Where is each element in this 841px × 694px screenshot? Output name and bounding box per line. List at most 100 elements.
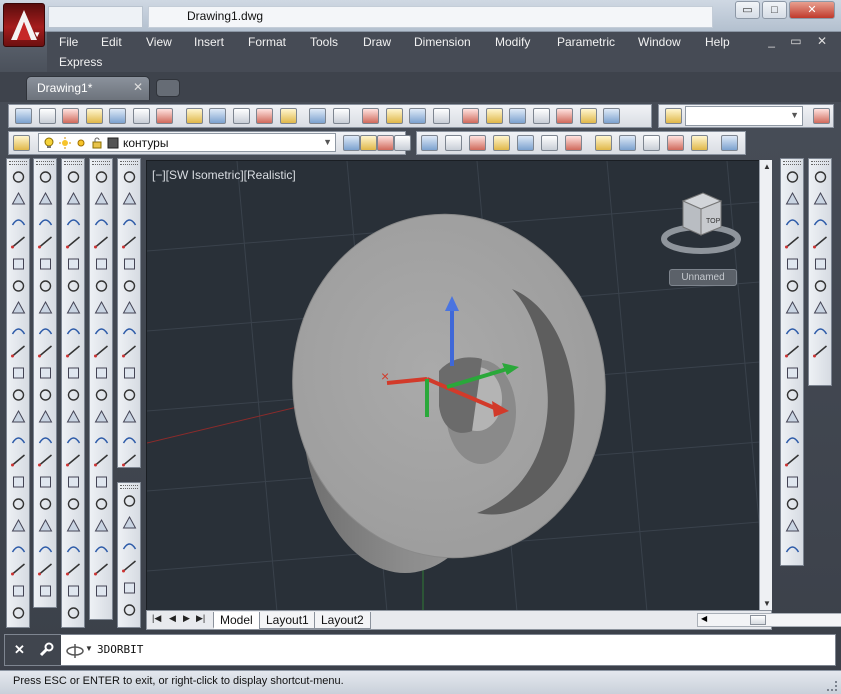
pal3-tool-19-icon[interactable] (65, 561, 82, 577)
pal7-tool-7-icon[interactable] (784, 300, 801, 316)
pal7-tool-9-icon[interactable] (784, 343, 801, 359)
pal8-tool-4-icon[interactable] (812, 234, 829, 250)
pal4-tool-5-icon[interactable] (93, 256, 110, 272)
ucs-previous-icon[interactable] (469, 135, 486, 151)
command-input[interactable]: 3DORBIT (97, 643, 143, 656)
pal6-tool-4-icon[interactable] (121, 558, 138, 574)
pal3-tool-11-icon[interactable] (65, 387, 82, 403)
document-window-controls[interactable]: _ ▭ ✕ (768, 34, 833, 48)
3d-orbit-icon[interactable] (65, 642, 85, 660)
pal1-tool-11-icon[interactable] (10, 387, 27, 403)
pal3-tool-13-icon[interactable] (65, 431, 82, 447)
pal2-tool-3-icon[interactable] (37, 213, 54, 229)
drawing-viewport[interactable]: × [−][SW Isometric][Realistic] TOP Unnam… (146, 160, 772, 611)
cut-icon[interactable] (185, 108, 203, 124)
scroll-up-icon[interactable]: ▲ (763, 162, 771, 171)
pal6-tool-3-icon[interactable] (121, 537, 138, 553)
application-menu-button[interactable]: ▼ (3, 3, 45, 47)
pal2-tool-12-icon[interactable] (37, 409, 54, 425)
pal3-tool-17-icon[interactable] (65, 518, 82, 534)
pal7-tool-5-icon[interactable] (784, 256, 801, 272)
pal3-tool-3-icon[interactable] (65, 213, 82, 229)
pal5-tool-11-icon[interactable] (121, 387, 138, 403)
pal3-tool-21-icon[interactable] (65, 605, 82, 621)
pal2-tool-5-icon[interactable] (37, 256, 54, 272)
scroll-down-icon[interactable]: ▼ (763, 599, 771, 608)
palette-grip[interactable] (120, 161, 138, 165)
palette-grip[interactable] (92, 161, 110, 165)
plot-icon[interactable] (85, 108, 103, 124)
menu-edit[interactable]: Edit (101, 35, 122, 49)
properties-icon[interactable] (462, 108, 479, 124)
pal8-tool-6-icon[interactable] (812, 278, 829, 294)
pal6-tool-6-icon[interactable] (121, 602, 138, 618)
ucs-view-icon[interactable] (541, 135, 558, 151)
pal4-tool-10-icon[interactable] (93, 365, 110, 381)
pal4-tool-12-icon[interactable] (93, 409, 110, 425)
ucs-world-icon[interactable] (445, 135, 462, 151)
pal4-tool-15-icon[interactable] (93, 474, 110, 490)
pal1-tool-7-icon[interactable] (10, 300, 27, 316)
pal4-tool-4-icon[interactable] (93, 234, 110, 250)
palette-grip[interactable] (36, 161, 54, 165)
pal2-tool-13-icon[interactable] (37, 431, 54, 447)
pal6-tool-1-icon[interactable] (121, 493, 138, 509)
pal7-tool-2-icon[interactable] (784, 191, 801, 207)
pal1-tool-4-icon[interactable] (10, 234, 27, 250)
pal5-tool-6-icon[interactable] (121, 278, 138, 294)
zoom-realtime-icon[interactable] (385, 108, 403, 124)
plot-preview-icon[interactable] (109, 108, 126, 124)
help-icon[interactable] (603, 108, 620, 124)
pal1-tool-1-icon[interactable] (10, 169, 27, 185)
pal8-tool-7-icon[interactable] (812, 300, 829, 316)
menu-window[interactable]: Window (638, 35, 681, 49)
pal1-tool-20-icon[interactable] (10, 583, 27, 599)
pal8-tool-8-icon[interactable] (812, 322, 829, 338)
pal2-tool-11-icon[interactable] (37, 387, 54, 403)
tab-drawing1[interactable]: Drawing1* ✕ (26, 76, 150, 100)
text-style-icon[interactable] (665, 108, 682, 124)
pal2-tool-14-icon[interactable] (37, 452, 54, 468)
publish-icon[interactable] (132, 108, 150, 124)
pal1-tool-15-icon[interactable] (10, 474, 27, 490)
pal6-tool-5-icon[interactable] (121, 580, 138, 596)
pal4-tool-16-icon[interactable] (93, 496, 110, 512)
menu-file[interactable]: File (59, 35, 78, 49)
pal3-tool-7-icon[interactable] (65, 300, 82, 316)
pal4-tool-18-icon[interactable] (93, 540, 110, 556)
ucs-object-icon[interactable] (517, 135, 534, 151)
pal1-tool-2-icon[interactable] (10, 191, 27, 207)
menu-insert[interactable]: Insert (194, 35, 224, 49)
layer-walk-icon[interactable] (394, 135, 411, 151)
pal2-tool-9-icon[interactable] (37, 343, 54, 359)
pal4-tool-17-icon[interactable] (93, 518, 110, 534)
pal7-tool-4-icon[interactable] (784, 234, 801, 250)
pal4-tool-14-icon[interactable] (93, 452, 110, 468)
maximize-button[interactable]: □ (762, 1, 787, 19)
palette-grip[interactable] (783, 161, 801, 165)
last-tab-icon[interactable]: ▶| (196, 613, 205, 624)
pal5-tool-10-icon[interactable] (121, 365, 138, 381)
pal5-tool-3-icon[interactable] (121, 213, 138, 229)
pal7-tool-10-icon[interactable] (784, 365, 801, 381)
layer-state-icon[interactable] (360, 135, 377, 151)
match-properties-icon[interactable] (279, 108, 297, 124)
pal3-tool-8-icon[interactable] (65, 322, 82, 338)
wrench-icon[interactable] (38, 642, 54, 658)
pal7-tool-16-icon[interactable] (784, 496, 801, 512)
dim-style-icon[interactable] (813, 108, 830, 124)
pal5-tool-2-icon[interactable] (121, 191, 138, 207)
sheet-set-icon[interactable] (532, 108, 550, 124)
tab-model[interactable]: Model (213, 612, 260, 629)
pal7-tool-12-icon[interactable] (784, 409, 801, 425)
pal7-tool-1-icon[interactable] (784, 169, 801, 185)
pan-icon[interactable] (362, 108, 379, 124)
menu-format[interactable]: Format (248, 35, 286, 49)
previous-tab-icon[interactable]: ◀ (169, 613, 176, 624)
ucs-zaxis-icon[interactable] (595, 135, 612, 151)
pal7-tool-3-icon[interactable] (784, 213, 801, 229)
vertical-scrollbar[interactable]: ▲ ▼ (759, 160, 772, 610)
pal3-tool-15-icon[interactable] (65, 474, 82, 490)
first-tab-icon[interactable]: |◀ (152, 613, 161, 624)
new-icon[interactable] (15, 108, 32, 124)
